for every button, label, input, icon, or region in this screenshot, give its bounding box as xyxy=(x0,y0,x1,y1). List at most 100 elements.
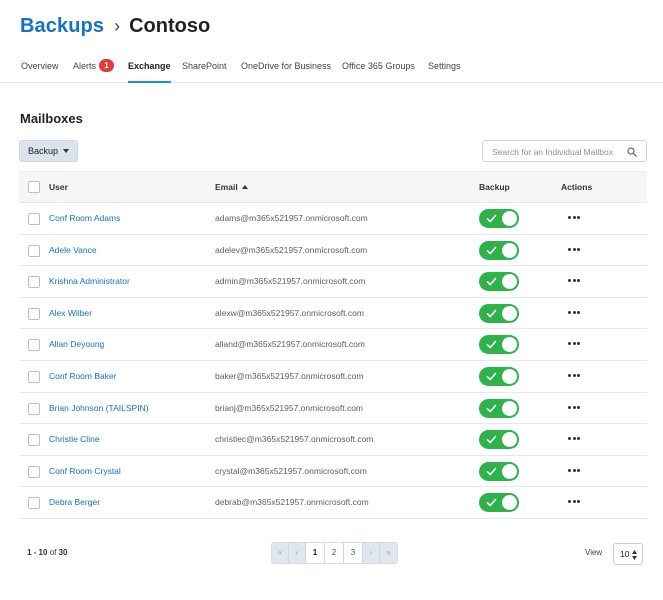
more-actions-icon[interactable] xyxy=(568,247,580,252)
tab-label: Exchange xyxy=(128,61,171,71)
row-checkbox[interactable] xyxy=(28,465,40,478)
check-icon xyxy=(486,404,497,412)
breadcrumb-separator-icon: › xyxy=(114,16,121,36)
user-link[interactable]: Conf Room Adams xyxy=(49,203,120,234)
table-row: Conf Room Baker baker@m365x521957.onmicr… xyxy=(19,361,647,393)
more-actions-icon[interactable] xyxy=(568,437,580,441)
breadcrumb-root-link[interactable]: Backups xyxy=(20,15,104,38)
backup-toggle[interactable] xyxy=(479,272,519,292)
row-checkbox[interactable] xyxy=(28,434,40,447)
backup-dropdown-button[interactable]: Backup xyxy=(19,140,78,162)
row-checkbox[interactable] xyxy=(28,307,40,320)
row-checkbox[interactable] xyxy=(28,371,40,383)
backup-toggle[interactable] xyxy=(479,493,519,513)
user-link[interactable]: Debra Berger xyxy=(49,487,100,518)
tab-exchange[interactable]: Exchange xyxy=(128,52,171,83)
row-checkbox[interactable] xyxy=(28,339,40,352)
backup-toggle[interactable] xyxy=(479,209,519,228)
more-actions-icon[interactable] xyxy=(568,500,580,504)
backup-toggle[interactable] xyxy=(479,398,519,418)
check-icon xyxy=(486,372,497,381)
backup-toggle[interactable] xyxy=(479,240,519,260)
user-link[interactable]: Alex Wilber xyxy=(49,298,92,329)
page-title: Contoso xyxy=(129,14,211,37)
tab-label: Overview xyxy=(21,61,59,71)
page-button-2[interactable]: 2 xyxy=(325,543,344,563)
row-checkbox[interactable] xyxy=(28,276,40,289)
tab-alerts[interactable]: Alerts 1 xyxy=(73,52,115,83)
email-text: adams@m365x521957.onmicrosoft.com xyxy=(215,213,368,223)
pagination: « ‹ 1 2 3 › » xyxy=(271,542,398,564)
page-button-1[interactable]: 1 xyxy=(306,543,325,563)
pagination-summary: 1 - 10 of 30 xyxy=(27,548,68,557)
search-input[interactable] xyxy=(492,145,622,158)
sort-updown-icon xyxy=(632,550,637,560)
backup-toggle[interactable] xyxy=(479,367,519,386)
toggle-knob xyxy=(502,369,517,384)
row-checkbox[interactable] xyxy=(28,402,40,415)
select-all-checkbox[interactable] xyxy=(28,181,40,193)
toggle-knob xyxy=(502,495,517,511)
tab-settings[interactable]: Settings xyxy=(428,52,461,83)
user-link[interactable]: Conf Room Baker xyxy=(49,361,117,392)
more-actions-icon[interactable] xyxy=(568,374,580,378)
more-actions-icon[interactable] xyxy=(568,342,580,346)
tab-label: SharePoint xyxy=(182,61,227,71)
email-text: adelev@m365x521957.onmicrosoft.com xyxy=(215,244,368,255)
tab-overview[interactable]: Overview xyxy=(21,52,59,83)
row-checkbox[interactable] xyxy=(28,213,40,225)
column-header-actions: Actions xyxy=(561,182,593,192)
sort-ascending-icon xyxy=(241,185,248,189)
previous-page-icon[interactable]: ‹ xyxy=(289,543,306,563)
user-link[interactable]: Conf Room Crystal xyxy=(49,456,121,487)
page-size-select[interactable]: 10 xyxy=(613,543,643,565)
backup-toggle[interactable] xyxy=(479,461,519,481)
toggle-knob xyxy=(502,400,517,416)
table-row: Conf Room Adams adams@m365x521957.onmicr… xyxy=(19,203,647,235)
more-actions-icon[interactable] xyxy=(568,468,580,473)
tab-label: OneDrive for Business xyxy=(241,61,332,71)
tab-sharepoint[interactable]: SharePoint xyxy=(182,52,227,83)
user-link[interactable]: Adele Vance xyxy=(49,235,97,266)
table-row: Krishna Administrator admin@m365x521957.… xyxy=(19,266,647,298)
search-icon[interactable] xyxy=(627,147,637,157)
toggle-knob xyxy=(502,211,517,226)
table-row: Allan Deyoung alland@m365x521957.onmicro… xyxy=(19,329,647,361)
column-header-user[interactable]: User xyxy=(49,172,68,203)
column-header-email[interactable]: Email xyxy=(215,172,248,203)
tab-bar: Overview Alerts 1 Exchange SharePoint One… xyxy=(0,52,663,83)
tab-office-365-groups[interactable]: Office 365 Groups xyxy=(342,52,415,83)
tab-onedrive-for-business[interactable]: OneDrive for Business xyxy=(241,52,331,83)
user-link[interactable]: Brian Johnson (TAILSPIN) xyxy=(49,393,149,424)
first-page-icon[interactable]: « xyxy=(272,543,289,563)
backup-toggle[interactable] xyxy=(479,335,519,355)
backup-toggle[interactable] xyxy=(479,430,519,450)
more-actions-icon[interactable] xyxy=(568,216,580,220)
check-icon xyxy=(486,499,497,507)
table-row: Brian Johnson (TAILSPIN) brianj@m365x521… xyxy=(19,393,647,425)
toggle-knob xyxy=(502,305,517,321)
check-icon xyxy=(486,435,497,444)
next-page-icon[interactable]: › xyxy=(363,543,380,563)
last-page-icon[interactable]: » xyxy=(380,543,397,563)
email-text: baker@m365x521957.onmicrosoft.com xyxy=(215,371,364,381)
row-checkbox[interactable] xyxy=(28,244,40,257)
email-text: brianj@m365x521957.onmicrosoft.com xyxy=(215,402,364,413)
user-link[interactable]: Allan Deyoung xyxy=(49,329,104,360)
table-row: Adele Vance adelev@m365x521957.onmicroso… xyxy=(19,235,647,267)
page-size-value: 10 xyxy=(620,549,630,559)
check-icon xyxy=(486,277,497,286)
more-actions-icon[interactable] xyxy=(568,310,580,315)
row-checkbox[interactable] xyxy=(28,497,40,510)
backup-toggle[interactable] xyxy=(479,303,519,323)
user-link[interactable]: Krishna Administrator xyxy=(49,266,130,297)
email-text: crystal@m365x521957.onmicrosoft.com xyxy=(215,465,367,476)
more-actions-icon[interactable] xyxy=(568,279,580,283)
user-link[interactable]: Christie Cline xyxy=(49,424,100,455)
more-actions-icon[interactable] xyxy=(568,405,580,410)
table-row: Alex Wilber alexw@m365x521957.onmicrosof… xyxy=(19,298,647,330)
check-icon xyxy=(486,341,497,349)
page-button-3[interactable]: 3 xyxy=(344,543,363,563)
email-text: admin@m365x521957.onmicrosoft.com xyxy=(215,276,366,287)
table-row: Debra Berger debrab@m365x521957.onmicros… xyxy=(19,487,647,519)
